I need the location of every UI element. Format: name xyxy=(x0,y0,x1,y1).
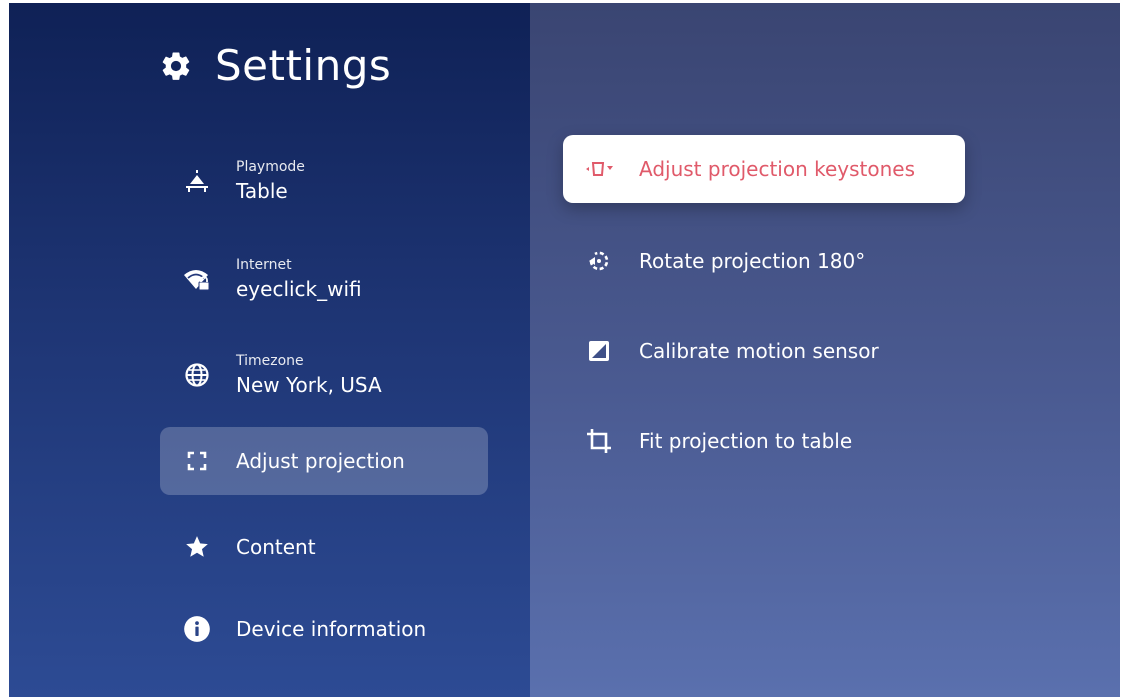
sidebar-item-label: Device information xyxy=(236,617,427,641)
sidebar-item-value: eyeclick_wifi xyxy=(236,277,362,301)
wifi-lock-icon xyxy=(182,264,212,294)
page-title-text: Settings xyxy=(215,41,392,90)
sidebar-item-timezone[interactable]: Timezone New York, USA xyxy=(160,347,488,403)
option-rotate-projection[interactable]: Rotate projection 180° xyxy=(563,227,965,295)
sidebar-item-label: Internet xyxy=(236,257,292,273)
keystone-icon xyxy=(583,153,615,185)
option-label: Rotate projection 180° xyxy=(639,249,866,273)
sidebar-item-value: Table xyxy=(236,179,288,203)
star-icon xyxy=(182,532,212,562)
settings-sidebar: Settings Playmode Table Internet eyeclic… xyxy=(9,3,530,697)
sidebar-item-device-information[interactable]: Device information xyxy=(160,607,488,651)
option-label: Fit projection to table xyxy=(639,429,853,453)
sidebar-item-label: Adjust projection xyxy=(236,449,405,473)
rotate-icon xyxy=(583,245,615,277)
sidebar-item-internet[interactable]: Internet eyeclick_wifi xyxy=(160,251,488,307)
table-icon xyxy=(182,166,212,196)
gear-icon xyxy=(162,52,190,80)
globe-icon xyxy=(182,360,212,390)
crop-icon xyxy=(583,425,615,457)
sidebar-item-value: New York, USA xyxy=(236,373,382,397)
fullscreen-icon xyxy=(182,446,212,476)
sidebar-item-label: Timezone xyxy=(236,353,304,369)
page-title: Settings xyxy=(159,41,391,90)
sidebar-item-content[interactable]: Content xyxy=(160,525,488,569)
option-calibrate-motion-sensor[interactable]: Calibrate motion sensor xyxy=(563,317,965,385)
motion-sensor-icon xyxy=(583,335,615,367)
option-fit-projection-to-table[interactable]: Fit projection to table xyxy=(563,407,965,475)
sidebar-item-label: Playmode xyxy=(236,159,305,175)
sidebar-item-label: Content xyxy=(236,535,316,559)
sidebar-item-adjust-projection[interactable]: Adjust projection xyxy=(160,427,488,495)
option-label: Adjust projection keystones xyxy=(639,157,916,181)
sidebar-item-playmode[interactable]: Playmode Table xyxy=(160,153,488,209)
info-icon xyxy=(182,614,212,644)
option-label: Calibrate motion sensor xyxy=(639,339,879,363)
option-adjust-projection-keystones[interactable]: Adjust projection keystones xyxy=(563,135,965,203)
